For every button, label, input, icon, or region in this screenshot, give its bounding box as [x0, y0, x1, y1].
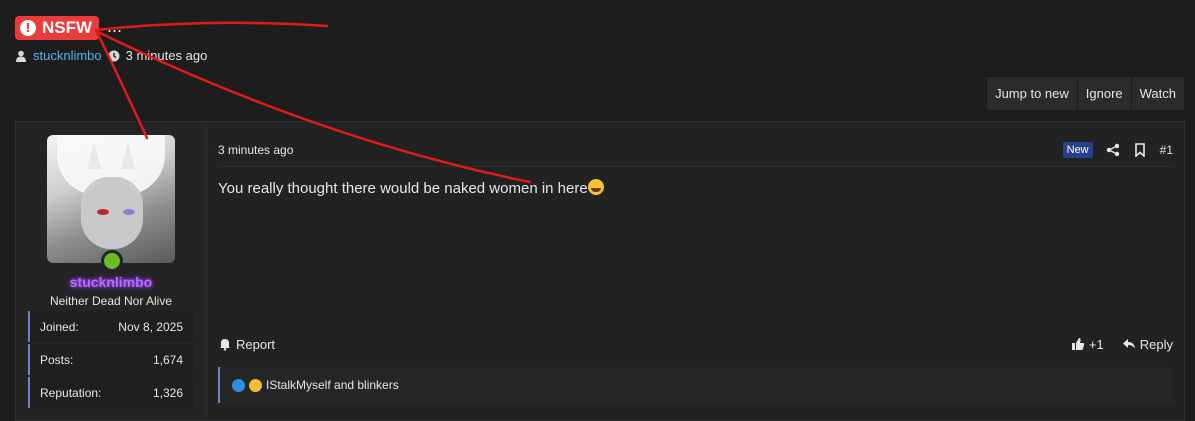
post-number[interactable]: #1: [1160, 143, 1173, 157]
user-stats: Joined: Nov 8, 2025 Posts: 1,674 Reputat…: [28, 311, 193, 410]
online-status-indicator: [101, 250, 123, 272]
stat-value: 1,326: [152, 385, 183, 400]
like-reaction-icon: [232, 378, 245, 392]
like-button[interactable]: +1: [1071, 337, 1104, 352]
stat-joined: Joined: Nov 8, 2025: [28, 311, 193, 342]
thread-title: ...: [107, 16, 123, 36]
stat-value: 1,674: [152, 352, 183, 367]
post: stucknlimbo Neither Dead Nor Alive Joine…: [15, 121, 1185, 421]
thumbs-up-icon: [1071, 338, 1085, 350]
user-icon: [16, 50, 26, 62]
avatar[interactable]: [47, 135, 175, 263]
post-username[interactable]: stucknlimbo: [16, 274, 206, 290]
ignore-button[interactable]: Ignore: [1076, 77, 1131, 110]
thread-action-group: Jump to new Ignore Watch: [986, 76, 1185, 111]
thread-meta: stucknlimbo 3 minutes ago: [15, 48, 207, 63]
nsfw-prefix-badge[interactable]: ! NSFW: [15, 16, 100, 40]
watch-button[interactable]: Watch: [1130, 77, 1184, 110]
reply-icon: [1122, 339, 1135, 349]
thread-author-link[interactable]: stucknlimbo: [33, 48, 102, 63]
post-time[interactable]: 3 minutes ago: [218, 143, 293, 157]
stat-value: Nov 8, 2025: [118, 319, 183, 334]
share-icon[interactable]: [1106, 143, 1120, 157]
message-body: You really thought there would be naked …: [218, 179, 604, 197]
post-actions: Report +1 Reply: [218, 334, 1173, 354]
thread-header: ! NSFW ...: [15, 16, 122, 40]
stat-label: Posts:: [40, 352, 74, 367]
stat-posts: Posts: 1,674: [28, 344, 193, 375]
message-text: You really thought there would be naked …: [218, 180, 588, 197]
user-title: Neither Dead Nor Alive: [49, 294, 173, 308]
report-label: Report: [236, 336, 276, 352]
new-badge: New: [1062, 142, 1093, 158]
report-button[interactable]: Report: [218, 337, 275, 352]
bookmark-icon[interactable]: [1133, 143, 1147, 157]
reactions-bar[interactable]: IStalkMyself and blinkers: [218, 367, 1173, 403]
reply-button[interactable]: Reply: [1122, 337, 1173, 352]
user-cell: stucknlimbo Neither Dead Nor Alive Joine…: [16, 122, 215, 420]
prefix-label: NSFW: [42, 18, 93, 37]
bell-icon: [220, 339, 230, 351]
clock-icon: [108, 50, 120, 61]
reply-label: Reply: [1139, 336, 1173, 352]
exclamation-icon: !: [20, 20, 36, 36]
message-header: 3 minutes ago New #1: [218, 134, 1173, 167]
like-count: +1: [1088, 336, 1104, 352]
stat-label: Reputation:: [40, 385, 102, 400]
laughing-crying-emoji-icon: [587, 179, 604, 195]
reactions-users[interactable]: IStalkMyself and blinkers: [266, 378, 399, 392]
stat-label: Joined:: [40, 319, 79, 334]
thread-time: 3 minutes ago: [125, 48, 208, 63]
sad-reaction-icon: [249, 378, 262, 392]
jump-to-new-button[interactable]: Jump to new: [987, 77, 1077, 110]
stat-reputation: Reputation: 1,326: [28, 377, 193, 408]
